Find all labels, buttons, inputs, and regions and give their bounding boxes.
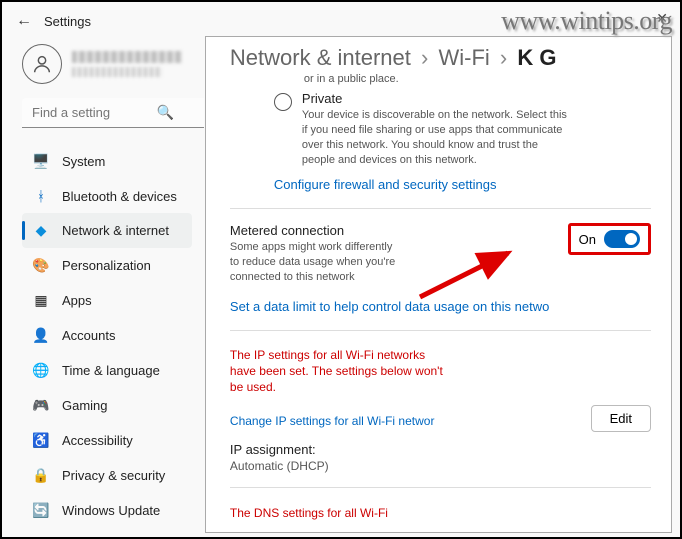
nav-icon: ◆ [32,222,50,239]
sidebar-item-label: Gaming [62,398,108,413]
divider [230,208,651,209]
ip-assignment-value: Automatic (DHCP) [230,459,651,473]
ip-warning-text: The IP settings for all Wi-Fi networks h… [230,347,450,396]
sidebar-item-time-language[interactable]: 🌐 Time & language [22,353,192,388]
nav-icon: ᚼ [32,188,50,204]
sidebar-item-system[interactable]: 🖥️ System [22,144,192,179]
truncated-text: or in a public place. [230,73,651,85]
nav-icon: 🔒 [32,467,50,484]
sidebar-item-label: Bluetooth & devices [62,189,177,204]
sidebar-item-accounts[interactable]: 👤 Accounts [22,318,192,353]
data-limit-link[interactable]: Set a data limit to help control data us… [230,299,651,314]
nav-icon: 🎮 [32,397,50,414]
breadcrumb-root[interactable]: Network & internet [230,45,411,70]
nav-icon: ♿ [32,432,50,449]
sidebar-item-label: Personalization [62,258,151,273]
breadcrumb: Network & internet › Wi-Fi › K G [230,45,651,71]
sidebar-item-network-internet[interactable]: ◆ Network & internet [22,213,192,248]
breadcrumb-current: K G [517,45,556,70]
nav-icon: 🌐 [32,362,50,379]
sidebar-item-personalization[interactable]: 🎨 Personalization [22,248,192,283]
sidebar-item-label: Network & internet [62,223,169,238]
edit-button[interactable]: Edit [591,405,651,432]
sidebar-item-bluetooth-devices[interactable]: ᚼ Bluetooth & devices [22,179,192,213]
nav-icon: 🎨 [32,257,50,274]
breadcrumb-wifi[interactable]: Wi-Fi [438,45,489,70]
window-title: Settings [44,14,91,29]
avatar-icon [22,44,62,84]
dns-warning-text: The DNS settings for all Wi-Fi [230,506,651,520]
nav-icon: ▦ [32,292,50,309]
private-desc: Your device is discoverable on the netwo… [302,108,572,167]
firewall-link[interactable]: Configure firewall and security settings [230,177,651,192]
private-radio[interactable] [274,93,292,111]
change-ip-link[interactable]: Change IP settings for all Wi-Fi networ [230,414,435,428]
sidebar: 🔍 🖥️ System ᚼ Bluetooth & devices ◆ Network &… [2,36,205,533]
metered-desc: Some apps might work differently to redu… [230,240,400,285]
nav-icon: 👤 [32,327,50,344]
metered-toggle[interactable] [604,230,640,248]
red-arrow-annotation [410,245,530,305]
sidebar-item-gaming[interactable]: 🎮 Gaming [22,388,192,423]
toggle-state-label: On [579,232,596,247]
sidebar-item-label: Accessibility [62,433,133,448]
nav-icon: 🔄 [32,502,50,519]
profile-block[interactable] [22,44,192,84]
private-label: Private [302,91,572,106]
search-icon: 🔍 [156,104,173,121]
watermark-text: www.wintips.org [501,6,672,36]
sidebar-item-windows-update[interactable]: 🔄 Windows Update [22,493,192,528]
sidebar-item-accessibility[interactable]: ♿ Accessibility [22,423,192,458]
divider [230,487,651,488]
ip-assignment-label: IP assignment: [230,442,651,457]
sidebar-item-apps[interactable]: ▦ Apps [22,283,192,318]
sidebar-item-privacy-security[interactable]: 🔒 Privacy & security [22,458,192,493]
metered-title: Metered connection [230,223,400,238]
content-panel: Network & internet › Wi-Fi › K G or in a… [205,36,672,533]
profile-name-blurred [72,51,182,63]
divider [230,330,651,331]
back-arrow-icon[interactable]: ← [16,12,32,30]
sidebar-item-label: System [62,154,105,169]
sidebar-item-label: Time & language [62,363,160,378]
sidebar-item-label: Apps [62,293,92,308]
metered-toggle-highlight: On [568,223,651,255]
profile-email-blurred [72,67,162,77]
search-input[interactable] [22,98,205,128]
sidebar-item-label: Accounts [62,328,115,343]
sidebar-item-label: Windows Update [62,503,160,518]
nav-icon: 🖥️ [32,153,50,170]
sidebar-item-label: Privacy & security [62,468,165,483]
